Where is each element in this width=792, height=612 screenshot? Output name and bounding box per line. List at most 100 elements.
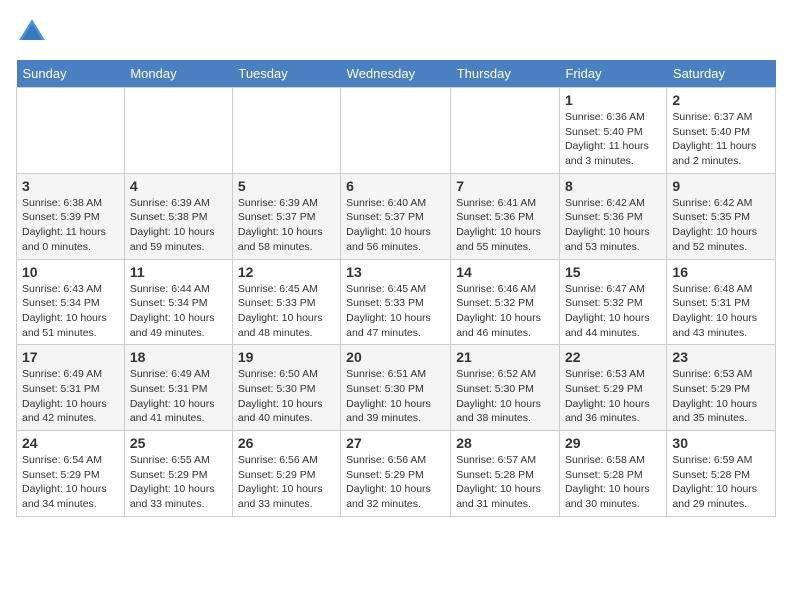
calendar-header-row: SundayMondayTuesdayWednesdayThursdayFrid…	[17, 60, 776, 88]
day-number: 13	[346, 264, 445, 280]
calendar-cell: 15 Sunrise: 6:47 AMSunset: 5:32 PMDaylig…	[559, 259, 666, 345]
page-header	[16, 16, 776, 48]
day-header: Thursday	[451, 60, 560, 88]
day-info: Sunrise: 6:41 AMSunset: 5:36 PMDaylight:…	[456, 197, 541, 253]
calendar-week-row: 10 Sunrise: 6:43 AMSunset: 5:34 PMDaylig…	[17, 259, 776, 345]
day-number: 4	[130, 178, 227, 194]
day-info: Sunrise: 6:44 AMSunset: 5:34 PMDaylight:…	[130, 283, 215, 339]
calendar-cell: 20 Sunrise: 6:51 AMSunset: 5:30 PMDaylig…	[341, 345, 451, 431]
day-number: 2	[672, 92, 770, 108]
day-info: Sunrise: 6:54 AMSunset: 5:29 PMDaylight:…	[22, 454, 107, 510]
day-info: Sunrise: 6:58 AMSunset: 5:28 PMDaylight:…	[565, 454, 650, 510]
day-info: Sunrise: 6:50 AMSunset: 5:30 PMDaylight:…	[238, 368, 323, 424]
day-info: Sunrise: 6:47 AMSunset: 5:32 PMDaylight:…	[565, 283, 650, 339]
day-number: 17	[22, 349, 119, 365]
calendar-cell: 17 Sunrise: 6:49 AMSunset: 5:31 PMDaylig…	[17, 345, 125, 431]
day-number: 6	[346, 178, 445, 194]
day-header: Monday	[124, 60, 232, 88]
calendar-week-row: 3 Sunrise: 6:38 AMSunset: 5:39 PMDayligh…	[17, 173, 776, 259]
day-info: Sunrise: 6:59 AMSunset: 5:28 PMDaylight:…	[672, 454, 757, 510]
day-number: 8	[565, 178, 661, 194]
calendar-table: SundayMondayTuesdayWednesdayThursdayFrid…	[16, 60, 776, 517]
day-info: Sunrise: 6:51 AMSunset: 5:30 PMDaylight:…	[346, 368, 431, 424]
calendar-cell: 26 Sunrise: 6:56 AMSunset: 5:29 PMDaylig…	[232, 431, 340, 517]
day-info: Sunrise: 6:39 AMSunset: 5:38 PMDaylight:…	[130, 197, 215, 253]
day-number: 29	[565, 435, 661, 451]
day-header: Wednesday	[341, 60, 451, 88]
day-info: Sunrise: 6:45 AMSunset: 5:33 PMDaylight:…	[346, 283, 431, 339]
calendar-cell: 11 Sunrise: 6:44 AMSunset: 5:34 PMDaylig…	[124, 259, 232, 345]
day-number: 15	[565, 264, 661, 280]
day-info: Sunrise: 6:39 AMSunset: 5:37 PMDaylight:…	[238, 197, 323, 253]
calendar-cell: 24 Sunrise: 6:54 AMSunset: 5:29 PMDaylig…	[17, 431, 125, 517]
calendar-cell: 9 Sunrise: 6:42 AMSunset: 5:35 PMDayligh…	[667, 173, 776, 259]
day-info: Sunrise: 6:40 AMSunset: 5:37 PMDaylight:…	[346, 197, 431, 253]
day-info: Sunrise: 6:57 AMSunset: 5:28 PMDaylight:…	[456, 454, 541, 510]
day-number: 19	[238, 349, 335, 365]
calendar-cell: 14 Sunrise: 6:46 AMSunset: 5:32 PMDaylig…	[451, 259, 560, 345]
day-number: 30	[672, 435, 770, 451]
day-number: 27	[346, 435, 445, 451]
day-info: Sunrise: 6:38 AMSunset: 5:39 PMDaylight:…	[22, 197, 106, 253]
calendar-week-row: 24 Sunrise: 6:54 AMSunset: 5:29 PMDaylig…	[17, 431, 776, 517]
day-number: 16	[672, 264, 770, 280]
calendar-week-row: 1 Sunrise: 6:36 AMSunset: 5:40 PMDayligh…	[17, 88, 776, 174]
day-number: 23	[672, 349, 770, 365]
calendar-cell: 22 Sunrise: 6:53 AMSunset: 5:29 PMDaylig…	[559, 345, 666, 431]
calendar-cell: 6 Sunrise: 6:40 AMSunset: 5:37 PMDayligh…	[341, 173, 451, 259]
day-info: Sunrise: 6:52 AMSunset: 5:30 PMDaylight:…	[456, 368, 541, 424]
calendar-cell	[17, 88, 125, 174]
calendar-cell: 19 Sunrise: 6:50 AMSunset: 5:30 PMDaylig…	[232, 345, 340, 431]
day-number: 14	[456, 264, 554, 280]
calendar-cell: 23 Sunrise: 6:53 AMSunset: 5:29 PMDaylig…	[667, 345, 776, 431]
day-number: 28	[456, 435, 554, 451]
calendar-cell: 12 Sunrise: 6:45 AMSunset: 5:33 PMDaylig…	[232, 259, 340, 345]
calendar-cell: 27 Sunrise: 6:56 AMSunset: 5:29 PMDaylig…	[341, 431, 451, 517]
day-number: 9	[672, 178, 770, 194]
day-number: 21	[456, 349, 554, 365]
day-number: 24	[22, 435, 119, 451]
day-number: 12	[238, 264, 335, 280]
day-info: Sunrise: 6:49 AMSunset: 5:31 PMDaylight:…	[130, 368, 215, 424]
day-info: Sunrise: 6:53 AMSunset: 5:29 PMDaylight:…	[565, 368, 650, 424]
day-header: Saturday	[667, 60, 776, 88]
calendar-cell	[232, 88, 340, 174]
day-info: Sunrise: 6:56 AMSunset: 5:29 PMDaylight:…	[346, 454, 431, 510]
day-info: Sunrise: 6:55 AMSunset: 5:29 PMDaylight:…	[130, 454, 215, 510]
calendar-cell: 13 Sunrise: 6:45 AMSunset: 5:33 PMDaylig…	[341, 259, 451, 345]
day-info: Sunrise: 6:45 AMSunset: 5:33 PMDaylight:…	[238, 283, 323, 339]
logo-icon	[16, 16, 48, 48]
day-number: 3	[22, 178, 119, 194]
day-info: Sunrise: 6:53 AMSunset: 5:29 PMDaylight:…	[672, 368, 757, 424]
calendar-cell: 7 Sunrise: 6:41 AMSunset: 5:36 PMDayligh…	[451, 173, 560, 259]
calendar-cell: 4 Sunrise: 6:39 AMSunset: 5:38 PMDayligh…	[124, 173, 232, 259]
day-number: 10	[22, 264, 119, 280]
calendar-cell: 8 Sunrise: 6:42 AMSunset: 5:36 PMDayligh…	[559, 173, 666, 259]
day-header: Friday	[559, 60, 666, 88]
calendar-cell: 25 Sunrise: 6:55 AMSunset: 5:29 PMDaylig…	[124, 431, 232, 517]
calendar-cell: 5 Sunrise: 6:39 AMSunset: 5:37 PMDayligh…	[232, 173, 340, 259]
day-number: 18	[130, 349, 227, 365]
day-info: Sunrise: 6:48 AMSunset: 5:31 PMDaylight:…	[672, 283, 757, 339]
day-info: Sunrise: 6:56 AMSunset: 5:29 PMDaylight:…	[238, 454, 323, 510]
day-header: Tuesday	[232, 60, 340, 88]
day-number: 20	[346, 349, 445, 365]
calendar-cell: 30 Sunrise: 6:59 AMSunset: 5:28 PMDaylig…	[667, 431, 776, 517]
day-info: Sunrise: 6:43 AMSunset: 5:34 PMDaylight:…	[22, 283, 107, 339]
day-info: Sunrise: 6:37 AMSunset: 5:40 PMDaylight:…	[672, 111, 756, 167]
day-info: Sunrise: 6:42 AMSunset: 5:36 PMDaylight:…	[565, 197, 650, 253]
calendar-cell: 10 Sunrise: 6:43 AMSunset: 5:34 PMDaylig…	[17, 259, 125, 345]
logo	[16, 16, 52, 48]
day-info: Sunrise: 6:42 AMSunset: 5:35 PMDaylight:…	[672, 197, 757, 253]
calendar-cell: 29 Sunrise: 6:58 AMSunset: 5:28 PMDaylig…	[559, 431, 666, 517]
calendar-cell: 28 Sunrise: 6:57 AMSunset: 5:28 PMDaylig…	[451, 431, 560, 517]
day-info: Sunrise: 6:46 AMSunset: 5:32 PMDaylight:…	[456, 283, 541, 339]
day-number: 26	[238, 435, 335, 451]
calendar-cell: 16 Sunrise: 6:48 AMSunset: 5:31 PMDaylig…	[667, 259, 776, 345]
calendar-cell: 21 Sunrise: 6:52 AMSunset: 5:30 PMDaylig…	[451, 345, 560, 431]
day-number: 5	[238, 178, 335, 194]
calendar-cell: 1 Sunrise: 6:36 AMSunset: 5:40 PMDayligh…	[559, 88, 666, 174]
calendar-cell	[341, 88, 451, 174]
day-number: 25	[130, 435, 227, 451]
day-info: Sunrise: 6:36 AMSunset: 5:40 PMDaylight:…	[565, 111, 649, 167]
